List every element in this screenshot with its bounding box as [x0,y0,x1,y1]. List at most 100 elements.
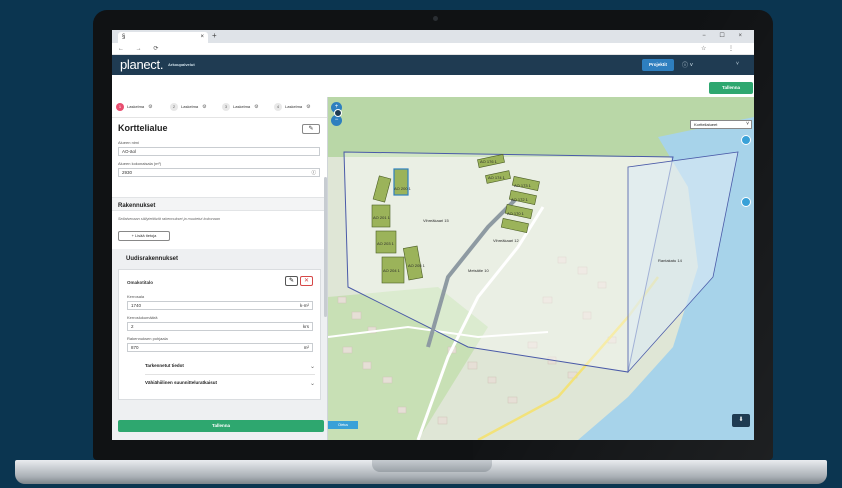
tab-label: Laskelma [181,104,199,109]
screen: § × + − ☐ × ← → ⟳ ☆ ⋮ planect. Arkoupalv… [112,30,754,440]
tab-laskelma-2[interactable]: 2 Laskelma ⚙ [170,101,207,113]
buildings-title: Rakennukset [118,203,156,209]
svg-text:AO 173 1: AO 173 1 [514,183,532,188]
chevron-down-icon: ⌄ [309,364,315,370]
gear-icon[interactable]: ⚙ [202,104,206,110]
building-card: Omakotitalo ✎ ✕ Kerrosala 1740 k-m² Kerr… [118,269,321,400]
floor-area-field[interactable]: 1740 k-m² [127,301,313,310]
map-canvas[interactable]: AO 200 1 AO 201 1 AO 203 1 AO 204 1 AO 2… [328,97,754,440]
floor-area-value: 1740 [131,303,142,308]
edit-icon[interactable]: ✎ [285,276,298,286]
app-header: planect. Arkoupalvelut Projektit ⓘ ˅ ˅ [112,55,754,75]
svg-text:Rantakatu 14: Rantakatu 14 [658,258,683,263]
chevron-down-icon[interactable]: ˅ [736,61,739,67]
area-size-field[interactable]: 2930 ⓘ [118,168,320,177]
info-icon[interactable]: ⓘ [312,169,317,177]
scrollbar[interactable] [324,177,327,317]
floor-area-unit: k-m² [300,303,309,308]
svg-text:AO 201 1: AO 201 1 [373,215,391,220]
area-name-field[interactable]: AO-äol [118,147,320,156]
svg-text:AO 204 1: AO 204 1 [383,268,401,273]
area-size-label: Alueen kokonaisala (m²) [118,161,162,166]
footprint-label: Rakennuksen pohjaala [127,336,168,341]
download-icon[interactable]: ⬇ [732,414,750,427]
map-view[interactable]: AO 200 1 AO 201 1 AO 203 1 AO 204 1 AO 2… [328,97,754,440]
tab-label: Laskelma [233,104,251,109]
panel-toggle-button[interactable] [334,109,342,117]
svg-text:AO 170 1: AO 170 1 [507,211,525,216]
browser-tab-title: § [122,34,126,40]
save-button[interactable]: Tallenna [709,82,753,94]
add-info-button[interactable]: + Lisää tietoja [118,231,170,241]
url-input[interactable] [158,45,628,53]
nav-buttons[interactable]: ← → ⟳ [118,45,163,52]
tab-number: 1 [116,102,124,111]
brand-name: Arkoupalvelut [168,62,195,67]
page-title: Korttelialue [118,123,168,133]
browser-tab[interactable]: § × [118,32,208,43]
divider [145,374,315,375]
webcam [433,16,438,21]
map-badge: Oletus [328,421,358,429]
logo: planect. [120,57,164,72]
accordion-details[interactable]: Tarkennetut tiedot ⌄ [145,363,315,373]
close-icon[interactable]: × [200,34,204,40]
gear-icon[interactable]: ⚙ [254,104,258,110]
svg-text:AO 205 1: AO 205 1 [408,263,426,268]
footprint-unit: m² [303,345,309,350]
save-button-bottom[interactable]: Tallenna [118,420,324,432]
svg-text:Vihreäkaari 12: Vihreäkaari 12 [493,238,519,243]
floors-value: 2 [131,324,134,329]
laptop-notch [372,460,492,472]
map-side-button-2[interactable] [741,197,751,207]
browser-tabbar: § × + − ☐ × [112,30,754,43]
left-panel: 1 Laskelma ⚙ 2 Laskelma ⚙ 3 Laskelma ⚙ 4 Laskel… [112,97,328,440]
tab-label: Laskelma [285,104,303,109]
help-icon[interactable]: ⓘ ˅ [682,60,693,69]
map-side-button-1[interactable] [741,135,751,145]
accordion-details-label: Tarkennetut tiedot [145,363,184,368]
chevron-down-icon: ⌄ [309,381,315,387]
toolbar: Tallenna [112,75,754,97]
svg-text:Vihreäkaari 15: Vihreäkaari 15 [423,218,449,223]
address-bar: ← → ⟳ ☆ ⋮ [112,43,754,55]
layer-select-value: Korttelialueet [694,122,718,127]
svg-text:AO 172 1: AO 172 1 [511,197,529,202]
svg-text:AO 176 1: AO 176 1 [480,159,498,164]
tab-number: 2 [170,102,178,111]
area-name-label: Alueen nimi [118,140,139,145]
delete-icon[interactable]: ✕ [300,276,313,286]
svg-text:AO 174 1: AO 174 1 [488,175,506,180]
window-controls[interactable]: − ☐ × [702,32,748,39]
floor-area-label: Kerrosala [127,294,145,299]
divider [112,117,327,118]
svg-text:Metsätie 10: Metsätie 10 [468,268,489,273]
building-card-title: Omakotitalo [127,280,154,285]
edit-button[interactable]: ✎ [302,124,320,134]
floors-label: Kerroslukumäärä [127,315,158,320]
new-tab-button[interactable]: + [212,31,217,40]
tab-number: 3 [222,102,230,111]
buildings-note: Sellaisenaan säilytettävät rakennukset j… [118,217,220,221]
tab-label: Laskelma [127,104,145,109]
svg-text:AO 203 1: AO 203 1 [377,241,395,246]
tab-laskelma-1[interactable]: 1 Laskelma ⚙ [116,101,153,113]
gear-icon[interactable]: ⚙ [306,104,310,110]
layer-select[interactable]: Korttelialueet ˅ [690,120,752,129]
accordion-low-carbon[interactable]: Vähiähiilinen suunnitteluratkaisut ⌄ [145,380,315,390]
tab-laskelma-3[interactable]: 3 Laskelma ⚙ [222,101,259,113]
gear-icon[interactable]: ⚙ [148,104,152,110]
footprint-field[interactable]: 870 m² [127,343,313,352]
new-buildings-title: Uudisrakennukset [126,256,179,262]
projects-button[interactable]: Projektit [642,59,674,71]
new-buildings-section: Uudisrakennukset Omakotitalo ✎ ✕ Kerrosa… [112,249,327,440]
chevron-down-icon: ˅ [746,121,749,127]
tab-number: 4 [274,102,282,111]
svg-text:AO 200 1: AO 200 1 [394,186,412,191]
footprint-value: 870 [131,345,139,350]
calculation-tabs: 1 Laskelma ⚙ 2 Laskelma ⚙ 3 Laskelma ⚙ 4 Laskel… [116,101,324,113]
area-size-value: 2930 [122,170,133,175]
tab-laskelma-4[interactable]: 4 Laskelma ⚙ [274,101,311,113]
address-actions[interactable]: ☆ ⋮ [701,45,744,52]
floors-field[interactable]: 2 krs [127,322,313,331]
